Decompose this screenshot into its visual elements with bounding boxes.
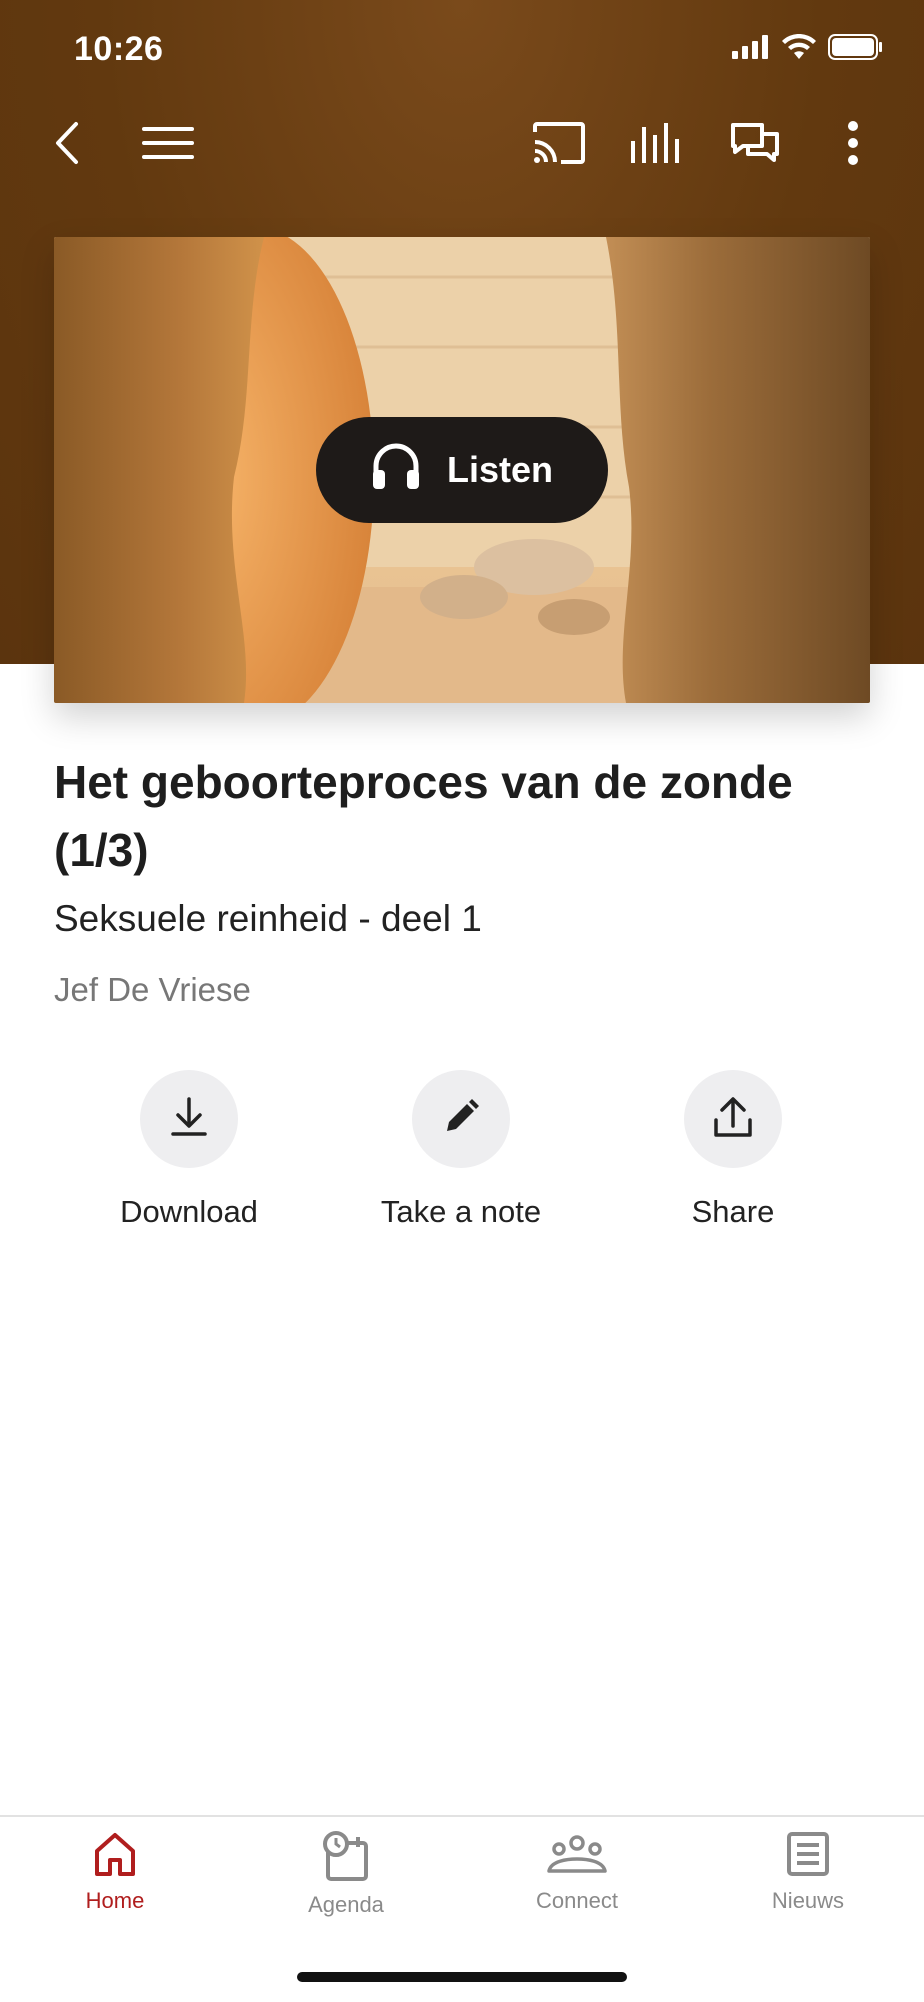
equalizer-button[interactable] bbox=[622, 110, 692, 180]
tab-nieuws[interactable]: Nieuws bbox=[708, 1831, 908, 1914]
share-button[interactable]: Share bbox=[613, 1070, 853, 1230]
tab-connect-label: Connect bbox=[536, 1888, 618, 1913]
status-time: 10:26 bbox=[74, 30, 164, 68]
share-icon bbox=[713, 1096, 753, 1143]
cast-icon bbox=[533, 121, 585, 169]
subtitle: Seksuele reinheid - deel 1 bbox=[54, 898, 482, 939]
back-button[interactable] bbox=[32, 110, 102, 180]
menu-button[interactable] bbox=[133, 110, 203, 180]
menu-icon bbox=[142, 126, 194, 165]
headphones-icon bbox=[371, 442, 421, 499]
status-icons bbox=[732, 33, 884, 65]
equalizer-icon bbox=[631, 122, 683, 168]
note-circle bbox=[412, 1070, 510, 1168]
hero-image: Listen bbox=[54, 237, 870, 703]
tab-home[interactable]: Home bbox=[15, 1831, 215, 1914]
people-icon bbox=[547, 1831, 607, 1882]
tab-agenda[interactable]: Agenda bbox=[246, 1831, 446, 1918]
home-indicator bbox=[297, 1972, 627, 1982]
tab-home-label: Home bbox=[85, 1888, 145, 1913]
agenda-icon bbox=[322, 1831, 370, 1886]
more-vertical-icon bbox=[847, 120, 859, 171]
news-icon bbox=[786, 1831, 830, 1882]
page-title: Het geboorteproces van de zonde (1/3) bbox=[54, 756, 793, 876]
battery-icon bbox=[828, 34, 884, 65]
listen-button[interactable]: Listen bbox=[316, 417, 608, 523]
download-button[interactable]: Download bbox=[69, 1070, 309, 1230]
share-circle bbox=[684, 1070, 782, 1168]
take-note-label: Take a note bbox=[380, 1194, 542, 1229]
top-toolbar bbox=[0, 110, 924, 200]
download-circle bbox=[140, 1070, 238, 1168]
status-bar: 10:26 bbox=[0, 0, 924, 100]
author: Jef De Vriese bbox=[54, 971, 251, 1008]
chat-icon bbox=[730, 122, 780, 169]
share-label: Share bbox=[691, 1194, 775, 1229]
take-note-button[interactable]: Take a note bbox=[341, 1070, 581, 1230]
tab-agenda-label: Agenda bbox=[308, 1892, 384, 1917]
download-label: Download bbox=[120, 1194, 258, 1229]
more-button[interactable] bbox=[818, 110, 888, 180]
signal-icon bbox=[732, 35, 770, 64]
cast-button[interactable] bbox=[524, 110, 594, 180]
tab-nieuws-label: Nieuws bbox=[771, 1888, 845, 1913]
home-icon bbox=[93, 1831, 137, 1882]
pencil-icon bbox=[443, 1098, 479, 1140]
back-icon bbox=[52, 121, 82, 170]
wifi-icon bbox=[782, 33, 816, 65]
download-icon bbox=[171, 1096, 207, 1142]
tab-connect[interactable]: Connect bbox=[477, 1831, 677, 1914]
listen-label: Listen bbox=[446, 449, 553, 490]
chat-button[interactable] bbox=[720, 110, 790, 180]
